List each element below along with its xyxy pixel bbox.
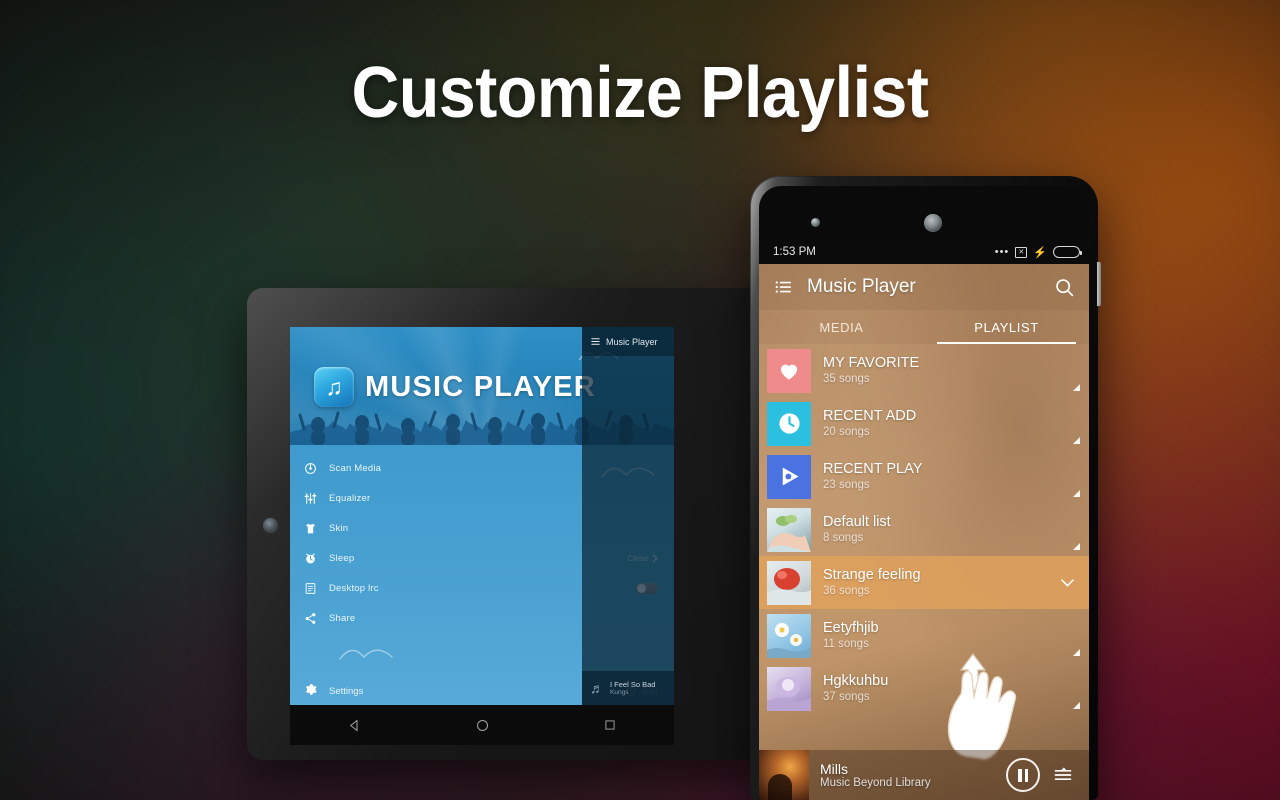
settings-label[interactable]: Settings [324, 686, 625, 697]
status-time: 1:53 PM [773, 246, 816, 258]
phone-status-bar: 1:53 PM ••• ✕ ⚡ [759, 240, 1089, 264]
playlist-list: MY FAVORITE 35 songs RECENT ADD 20 songs [759, 344, 1089, 715]
tablet-overlay-now-playing[interactable]: ♬ I Feel So Bad Kungs [582, 671, 674, 705]
playlist-count: 36 songs [823, 585, 870, 598]
playlist-count: 35 songs [823, 373, 870, 386]
tablet-app-logo: ♫ MUSIC PLAYER [314, 367, 596, 407]
resize-corner-icon[interactable] [1073, 702, 1080, 709]
playlist-name: Hgkkuhbu [823, 672, 889, 689]
resize-corner-icon[interactable] [1073, 543, 1080, 550]
x-box-icon: ✕ [1015, 246, 1028, 258]
playlist-name: Eetyfhjib [823, 619, 879, 636]
clock-icon [304, 552, 324, 565]
heart-icon [767, 348, 811, 393]
phone-tab-bar: MEDIA PLAYLIST [759, 310, 1089, 344]
list-item[interactable]: Eetyfhjib 11 songs [759, 609, 1089, 662]
battery-icon [1053, 246, 1082, 258]
page-title: Customize Playlist [351, 53, 929, 133]
phone-power-button[interactable] [1097, 262, 1101, 306]
tablet-app-name: MUSIC PLAYER [365, 370, 596, 403]
list-item[interactable]: RECENT PLAY 23 songs [759, 450, 1089, 503]
tablet-overlay-title: Music Player [606, 336, 658, 347]
lyrics-icon [304, 582, 324, 595]
clock-icon [767, 401, 811, 446]
tablet-screen: ♫ MUSIC PLAYER Scan Media Equalizer Skin… [290, 327, 674, 705]
list-item[interactable]: Hgkkuhbu 37 songs [759, 662, 1089, 715]
resize-corner-icon[interactable] [1073, 384, 1080, 391]
tab-playlist[interactable]: PLAYLIST [924, 310, 1089, 344]
now-playing-subtitle: Music Beyond Library [820, 777, 931, 789]
phone-now-playing-bar[interactable]: Mills Music Beyond Library [759, 750, 1089, 800]
share-icon [304, 612, 324, 625]
scan-icon [304, 462, 324, 475]
album-art [767, 507, 811, 552]
list-item[interactable]: Default list 8 songs [759, 503, 1089, 556]
speaker-grille-icon [924, 214, 942, 232]
album-art [767, 613, 811, 658]
front-camera-icon [811, 218, 820, 227]
tablet-overlay-track-title: I Feel So Bad [610, 680, 656, 689]
app-title: Music Player [807, 276, 916, 297]
playlist-name: Default list [823, 513, 891, 530]
hamburger-list-icon [591, 338, 600, 345]
tablet-overlay-appbar: Music Player [582, 327, 674, 356]
hamburger-list-icon[interactable] [773, 278, 794, 296]
album-art [759, 750, 809, 800]
music-note-icon: ♫ [314, 367, 354, 407]
playlist-name: RECENT PLAY [823, 460, 923, 477]
resize-corner-icon[interactable] [1073, 649, 1080, 656]
home-icon[interactable] [475, 718, 490, 733]
tablet-camera-icon [263, 518, 278, 533]
list-item[interactable]: MY FAVORITE 35 songs [759, 344, 1089, 397]
phone-screen: 1:53 PM ••• ✕ ⚡ Music Player MEDIA PLAYL… [759, 240, 1089, 800]
playlist-count: 23 songs [823, 479, 870, 492]
music-note-icon: ♬ [590, 680, 604, 696]
playlist-count: 20 songs [823, 426, 870, 439]
now-playing-title: Mills [820, 761, 848, 777]
album-art [767, 560, 811, 605]
charging-bolt-icon: ⚡ [1033, 246, 1047, 259]
search-icon[interactable] [1054, 277, 1075, 298]
playlist-name: MY FAVORITE [823, 354, 920, 371]
gear-icon [304, 683, 324, 699]
phone-app-bar: Music Player [759, 264, 1089, 310]
playlist-count: 8 songs [823, 532, 864, 545]
shirt-icon [304, 522, 324, 535]
album-art [767, 666, 811, 711]
chevron-down-icon[interactable] [1058, 573, 1077, 592]
phone-earpiece-area [759, 186, 1089, 240]
playlist-name: RECENT ADD [823, 407, 917, 424]
list-item[interactable]: Strange feeling 36 songs [759, 556, 1089, 609]
tablet-overlay-track-artist: Kungs [610, 689, 629, 696]
equalizer-queue-icon[interactable] [1051, 765, 1075, 785]
playlist-count: 11 songs [823, 638, 869, 651]
playlist-name: Strange feeling [823, 566, 921, 583]
tab-media[interactable]: MEDIA [759, 310, 924, 344]
bird-icon [339, 649, 393, 660]
resize-corner-icon[interactable] [1073, 490, 1080, 497]
playlist-count: 37 songs [823, 691, 870, 704]
recents-icon[interactable] [603, 718, 617, 732]
play-icon [767, 454, 811, 499]
pause-icon[interactable] [1006, 758, 1040, 792]
phone-device: 1:53 PM ••• ✕ ⚡ Music Player MEDIA PLAYL… [750, 176, 1101, 800]
tablet-navigation-bar [290, 705, 674, 745]
tablet-dim-overlay: Music Player ♬ I Feel So Bad Kungs [582, 327, 674, 705]
more-notifications-icon: ••• [994, 246, 1010, 258]
list-item[interactable]: RECENT ADD 20 songs [759, 397, 1089, 450]
equalizer-icon [304, 492, 324, 505]
resize-corner-icon[interactable] [1073, 437, 1080, 444]
back-icon[interactable] [347, 718, 362, 733]
